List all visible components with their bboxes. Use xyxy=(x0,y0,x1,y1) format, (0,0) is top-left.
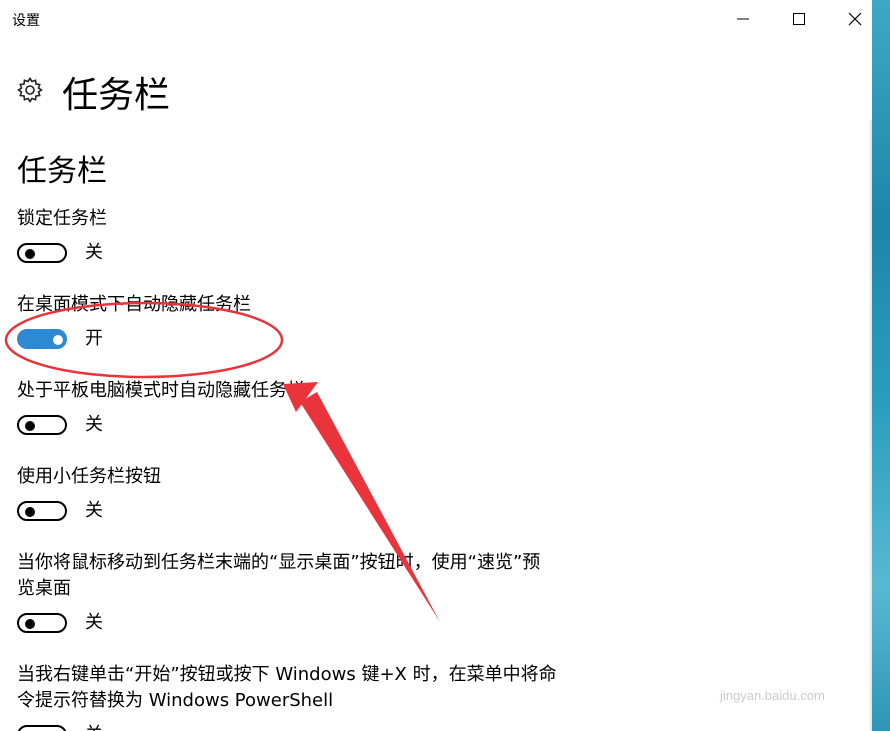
toggle-knob xyxy=(25,619,35,629)
section-title: 任务栏 xyxy=(17,154,107,189)
watermark-url: jingyan.baidu.com xyxy=(720,688,825,703)
toggle-knob xyxy=(25,421,35,431)
setting-label: 令提示符替换为 Windows PowerShell xyxy=(17,690,334,711)
toggle-knob xyxy=(53,335,63,345)
setting-peek: 当你将鼠标移动到任务栏末端的“显示桌面”按钮时，使用“速览”预 览桌面 关 xyxy=(17,550,577,640)
maximize-button[interactable] xyxy=(771,0,827,38)
gear-icon xyxy=(17,77,43,103)
page-title: 任务栏 xyxy=(62,75,171,116)
setting-auto-hide-tablet: 处于平板电脑模式时自动隐藏任务栏 关 xyxy=(17,378,577,442)
setting-lock-taskbar: 锁定任务栏 关 xyxy=(17,206,577,270)
vertical-scrollbar[interactable] xyxy=(870,120,872,731)
peek-toggle[interactable] xyxy=(17,613,67,633)
small-buttons-toggle[interactable] xyxy=(17,501,67,521)
setting-label: 当我右键单击“开始”按钮或按下 Windows 键+X 时，在菜单中将命 xyxy=(17,664,557,685)
setting-label: 在桌面模式下自动隐藏任务栏 xyxy=(17,294,251,315)
setting-auto-hide-desktop: 在桌面模式下自动隐藏任务栏 开 xyxy=(17,292,577,356)
toggle-state-label: 关 xyxy=(85,414,103,435)
setting-label: 使用小任务栏按钮 xyxy=(17,466,161,487)
baidu-watermark: Baidu 经验 jingyan.baidu.com xyxy=(676,638,866,731)
auto-hide-desktop-toggle[interactable] xyxy=(17,329,67,349)
setting-label: 锁定任务栏 xyxy=(17,208,107,229)
window-title: 设置 xyxy=(12,13,40,29)
minimize-icon xyxy=(737,18,749,20)
setting-label: 当你将鼠标移动到任务栏末端的“显示桌面”按钮时，使用“速览”预 xyxy=(17,552,541,573)
desktop-background xyxy=(872,0,890,731)
setting-powershell: 当我右键单击“开始”按钮或按下 Windows 键+X 时，在菜单中将命 令提示… xyxy=(17,662,577,731)
minimize-button[interactable] xyxy=(715,0,771,38)
setting-label: 览桌面 xyxy=(17,578,71,599)
toggle-state-label: 关 xyxy=(85,242,103,263)
close-icon xyxy=(848,12,862,26)
close-button[interactable] xyxy=(827,0,872,38)
powershell-toggle[interactable] xyxy=(17,725,67,731)
toggle-state-label: 关 xyxy=(85,612,103,633)
lock-taskbar-toggle[interactable] xyxy=(17,243,67,263)
toggle-state-label: 开 xyxy=(85,328,103,349)
toggle-knob xyxy=(25,507,35,517)
setting-label: 处于平板电脑模式时自动隐藏任务栏 xyxy=(17,380,305,401)
toggle-knob xyxy=(25,249,35,259)
toggle-state-label: 关 xyxy=(85,722,103,731)
title-bar[interactable]: 设置 xyxy=(0,0,872,38)
auto-hide-tablet-toggle[interactable] xyxy=(17,415,67,435)
setting-small-buttons: 使用小任务栏按钮 关 xyxy=(17,464,577,528)
watermark-logo: Baidu 经验 xyxy=(686,650,849,731)
settings-window: 设置 任务栏 任务栏 锁定任务栏 关 在桌面模式下自动隐藏任务栏 开 处于平板电… xyxy=(0,0,872,731)
toggle-state-label: 关 xyxy=(85,500,103,521)
maximize-icon xyxy=(793,13,805,25)
